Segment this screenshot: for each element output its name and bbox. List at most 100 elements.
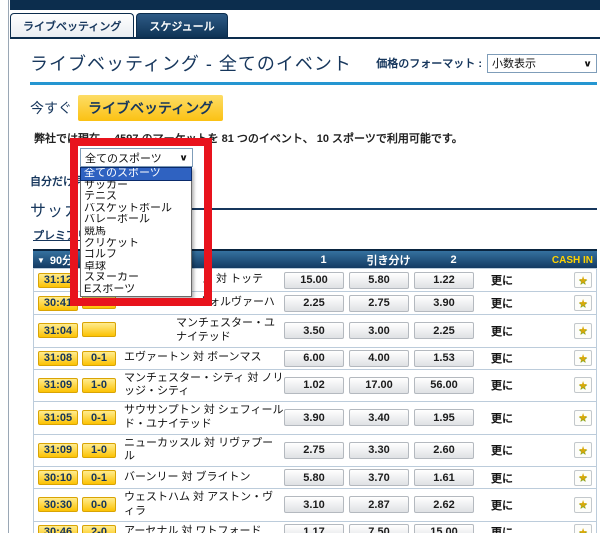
odds-away-button[interactable]: 3.90: [414, 294, 474, 312]
odds-away-button[interactable]: 2.25: [414, 322, 474, 340]
odds-away-button[interactable]: 2.60: [414, 441, 474, 459]
price-format-value: 小数表示: [492, 58, 536, 70]
odds-draw-button[interactable]: 3.00: [349, 322, 409, 340]
match-name: バーンリー 対 ブライトン: [124, 470, 251, 483]
dropdown-option[interactable]: スヌーカー: [81, 272, 191, 284]
odds-away-button[interactable]: 2.62: [414, 496, 474, 514]
score-button[interactable]: 0-0: [82, 497, 116, 513]
odds-draw-button[interactable]: 3.30: [349, 441, 409, 459]
column-header-home: 1: [320, 254, 327, 266]
match-time-button[interactable]: 30:30: [38, 497, 78, 513]
match-time-button[interactable]: 30:10: [38, 470, 78, 485]
odds-home-button[interactable]: 15.00: [284, 271, 344, 289]
odds-home-button[interactable]: 3.10: [284, 496, 344, 514]
cash-in-star-icon[interactable]: ★: [574, 377, 592, 394]
cash-in-star-icon[interactable]: ★: [574, 496, 592, 513]
match-time-button[interactable]: 30:41: [38, 295, 78, 311]
more-markets-link[interactable]: 更に: [479, 350, 525, 366]
price-format-select[interactable]: 小数表示 ∨: [487, 53, 597, 73]
dropdown-option[interactable]: 卓球: [81, 261, 191, 273]
dropdown-option[interactable]: Eスポーツ: [81, 284, 191, 296]
match-time-button[interactable]: 31:09: [38, 377, 78, 393]
dropdown-option[interactable]: 競馬: [81, 226, 191, 238]
odds-home-button[interactable]: 3.50: [284, 322, 344, 340]
dropdown-option[interactable]: 全てのスポーツ: [80, 167, 192, 181]
more-markets-link[interactable]: 更に: [479, 272, 525, 288]
more-markets-link[interactable]: 更に: [479, 497, 525, 513]
table-row: 30:30 0-0 ウェストハム 対 アストン・ヴィラ 3.10 2.87 2.…: [33, 488, 597, 522]
odds-away-button[interactable]: 1.53: [414, 349, 474, 367]
odds-draw-button[interactable]: 4.00: [349, 349, 409, 367]
cash-in-star-icon[interactable]: ★: [574, 469, 592, 486]
dropdown-option[interactable]: バスケットボール: [81, 203, 191, 215]
score-button[interactable]: 0-1: [82, 470, 116, 485]
odds-draw-button[interactable]: 7.50: [349, 523, 409, 533]
cash-in-star-icon[interactable]: ★: [574, 442, 592, 459]
cash-in-star-icon[interactable]: ★: [574, 350, 592, 366]
more-markets-link[interactable]: 更に: [479, 524, 525, 533]
match-time-button[interactable]: 30:46: [38, 524, 78, 533]
odds-draw-button[interactable]: 3.70: [349, 469, 409, 486]
more-markets-link[interactable]: 更に: [479, 323, 525, 339]
odds-away-button[interactable]: 15.00: [414, 523, 474, 533]
price-format-label: 価格のフォーマット :: [376, 58, 482, 70]
odds-home-button[interactable]: 2.25: [284, 294, 344, 312]
odds-draw-button[interactable]: 2.87: [349, 496, 409, 514]
odds-away-button[interactable]: 1.95: [414, 409, 474, 427]
match-time-button[interactable]: 31:12: [38, 272, 78, 288]
table-row: 31:09 1-0 マンチェスター・シティ 対 ノリッジ・シティ 1.02 17…: [33, 368, 597, 402]
odds-home-button[interactable]: 1.02: [284, 376, 344, 394]
match-time-button[interactable]: 31:05: [38, 410, 78, 426]
more-markets-link[interactable]: 更に: [479, 295, 525, 311]
cash-in-header: CASH IN: [551, 254, 593, 266]
sports-filter-select[interactable]: 全てのスポーツ ∨: [80, 148, 193, 167]
cash-in-star-icon[interactable]: ★: [574, 295, 592, 311]
dropdown-option[interactable]: バレーボール: [81, 214, 191, 226]
odds-draw-button[interactable]: 2.75: [349, 294, 409, 312]
score-button[interactable]: 1-0: [82, 377, 116, 393]
match-name: ウォルヴァーハ: [198, 296, 275, 309]
odds-away-button[interactable]: 56.00: [414, 376, 474, 394]
live-betting-highlight[interactable]: ライブベッティング: [78, 95, 224, 121]
page-left-border: [8, 0, 9, 533]
cash-in-star-icon[interactable]: ★: [574, 272, 592, 288]
odds-draw-button[interactable]: 3.40: [349, 409, 409, 427]
odds-home-button[interactable]: 1.17: [284, 523, 344, 533]
chevron-down-icon: ∨: [583, 58, 592, 69]
odds-home-button[interactable]: 6.00: [284, 349, 344, 367]
cash-in-star-icon[interactable]: ★: [574, 322, 592, 339]
cash-in-star-icon[interactable]: ★: [574, 524, 592, 533]
score-button[interactable]: 1-0: [82, 442, 116, 458]
dropdown-option[interactable]: ゴルフ: [81, 249, 191, 261]
collapse-triangle-icon: ▼: [37, 255, 45, 265]
match-name: マンチェスター・ユナイテッド: [176, 317, 275, 343]
dropdown-option[interactable]: クリケット: [81, 238, 191, 250]
odds-home-button[interactable]: 5.80: [284, 469, 344, 486]
more-markets-link[interactable]: 更に: [479, 470, 525, 486]
dropdown-option[interactable]: サッカー: [81, 180, 191, 192]
match-time-button[interactable]: 31:08: [38, 350, 78, 366]
more-markets-link[interactable]: 更に: [479, 442, 525, 458]
odds-draw-button[interactable]: 5.80: [349, 271, 409, 289]
match-name: ウェストハム 対 アストン・ヴィラ: [124, 491, 274, 517]
more-markets-link[interactable]: 更に: [479, 377, 525, 393]
odds-away-button[interactable]: 1.61: [414, 469, 474, 486]
score-button[interactable]: [82, 321, 116, 337]
match-time-button[interactable]: 31:04: [38, 323, 78, 339]
tab-schedule[interactable]: スケジュール: [136, 13, 228, 37]
tab-strip: ライブベッティング スケジュール: [10, 10, 600, 39]
cash-in-star-icon[interactable]: ★: [574, 409, 592, 426]
odds-draw-button[interactable]: 17.00: [349, 376, 409, 394]
odds-home-button[interactable]: 3.90: [284, 409, 344, 427]
score-button[interactable]: 2-0: [82, 524, 116, 533]
dropdown-option[interactable]: テニス: [81, 191, 191, 203]
odds-home-button[interactable]: 2.75: [284, 441, 344, 459]
score-button[interactable]: 0-1: [82, 350, 116, 366]
match-name: エヴァートン 対 ボーンマス: [124, 351, 262, 364]
more-markets-link[interactable]: 更に: [479, 410, 525, 426]
odds-away-button[interactable]: 1.22: [414, 271, 474, 289]
tab-live-betting[interactable]: ライブベッティング: [10, 13, 135, 37]
match-time-button[interactable]: 31:09: [38, 442, 78, 458]
sports-filter-value: 全てのスポーツ: [85, 152, 162, 165]
score-button[interactable]: 0-1: [82, 410, 116, 426]
